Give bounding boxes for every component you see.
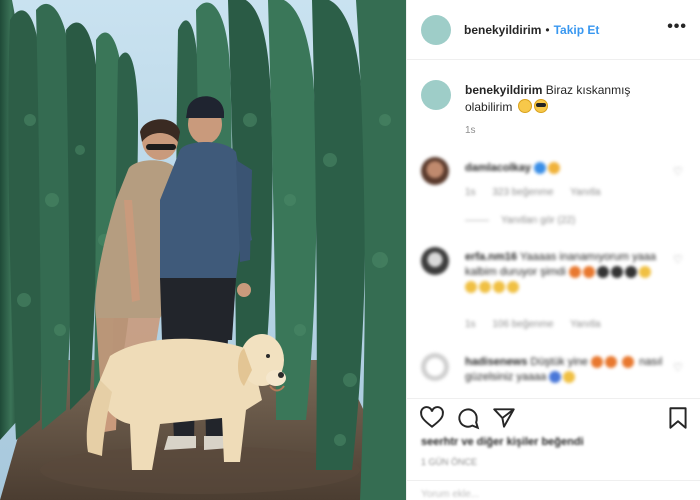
post-actions <box>407 398 700 438</box>
post-photo <box>0 0 406 500</box>
comment-text: damlacolkay <box>465 161 665 176</box>
commenter-avatar[interactable] <box>421 247 449 275</box>
verified-badge-icon <box>534 162 547 175</box>
avatar[interactable] <box>421 14 451 45</box>
post-time: 1 GÜN ÖNCE <box>421 457 478 467</box>
comment-meta: 1s 106 beğenme Yanıtla <box>465 319 615 330</box>
comment-reply-button[interactable]: Yanıtla <box>570 187 600 198</box>
likes-summary[interactable]: seerhtr ve diğer kişiler beğendi <box>421 436 584 448</box>
commenter-avatar[interactable] <box>421 157 449 185</box>
comment-time: 1s <box>465 319 476 330</box>
post-header: benekyildirim • Takip Et ••• <box>407 0 700 60</box>
post-sidebar: benekyildirim • Takip Et ••• benekyildir… <box>406 0 700 500</box>
photo-illustration <box>0 0 406 500</box>
commenter-avatar[interactable] <box>421 353 449 381</box>
add-comment-bar: Yorum ekle... <box>407 480 700 500</box>
comment-reply-button[interactable]: Yanıtla <box>570 319 600 330</box>
comment-username[interactable]: erfa.nm16 <box>465 251 517 263</box>
heart-icon[interactable]: ♡ <box>673 167 683 178</box>
follow-button[interactable]: Takip Et <box>554 23 600 37</box>
comment-icon[interactable] <box>455 405 481 431</box>
bookmark-icon[interactable] <box>665 405 691 431</box>
caption-text-block: benekyildirim Biraz kıskanmış olabilirim <box>465 82 675 116</box>
heart-icon[interactable]: ♡ <box>673 255 683 266</box>
comments-list: damlacolkay 1s 323 beğenme Yanıtla ♡ Yan… <box>407 145 700 395</box>
replies-line <box>465 219 489 221</box>
emoji-icon <box>548 162 561 175</box>
caption-avatar[interactable] <box>421 80 451 110</box>
comment-likes[interactable]: 106 beğenme <box>492 319 553 330</box>
comment-body: Düştük yine <box>530 356 588 368</box>
header-username[interactable]: benekyildirim <box>464 23 541 37</box>
caption-username[interactable]: benekyildirim <box>465 83 542 97</box>
comment-username[interactable]: damlacolkay <box>465 162 531 174</box>
view-replies-label[interactable]: Yanıtları gör (22) <box>501 215 575 226</box>
caption-time: 1s <box>465 125 476 136</box>
pensive-face-icon <box>517 99 532 113</box>
share-icon[interactable] <box>491 405 517 431</box>
separator-dot: • <box>545 22 550 37</box>
comment-time: 1s <box>465 187 476 198</box>
comment-username[interactable]: hadisenews <box>465 356 527 368</box>
sunglasses-face-icon <box>533 99 548 113</box>
comment-likes[interactable]: 323 beğenme <box>492 187 553 198</box>
comment-text: hadisenews Düştük yine nasıl güzelsiniz … <box>465 355 665 385</box>
ellipsis-icon[interactable]: ••• <box>667 19 687 35</box>
comment-text: erfa.nm16 Yaaaas inanamıyorum yaaa kalbi… <box>465 250 665 295</box>
heart-icon[interactable] <box>419 405 445 431</box>
heart-icon[interactable]: ♡ <box>673 363 683 374</box>
view-replies[interactable]: Yanıtları gör (22) <box>465 215 575 226</box>
comment-meta: 1s 323 beğenme Yanıtla <box>465 187 615 198</box>
add-comment-input[interactable]: Yorum ekle... <box>421 489 479 500</box>
